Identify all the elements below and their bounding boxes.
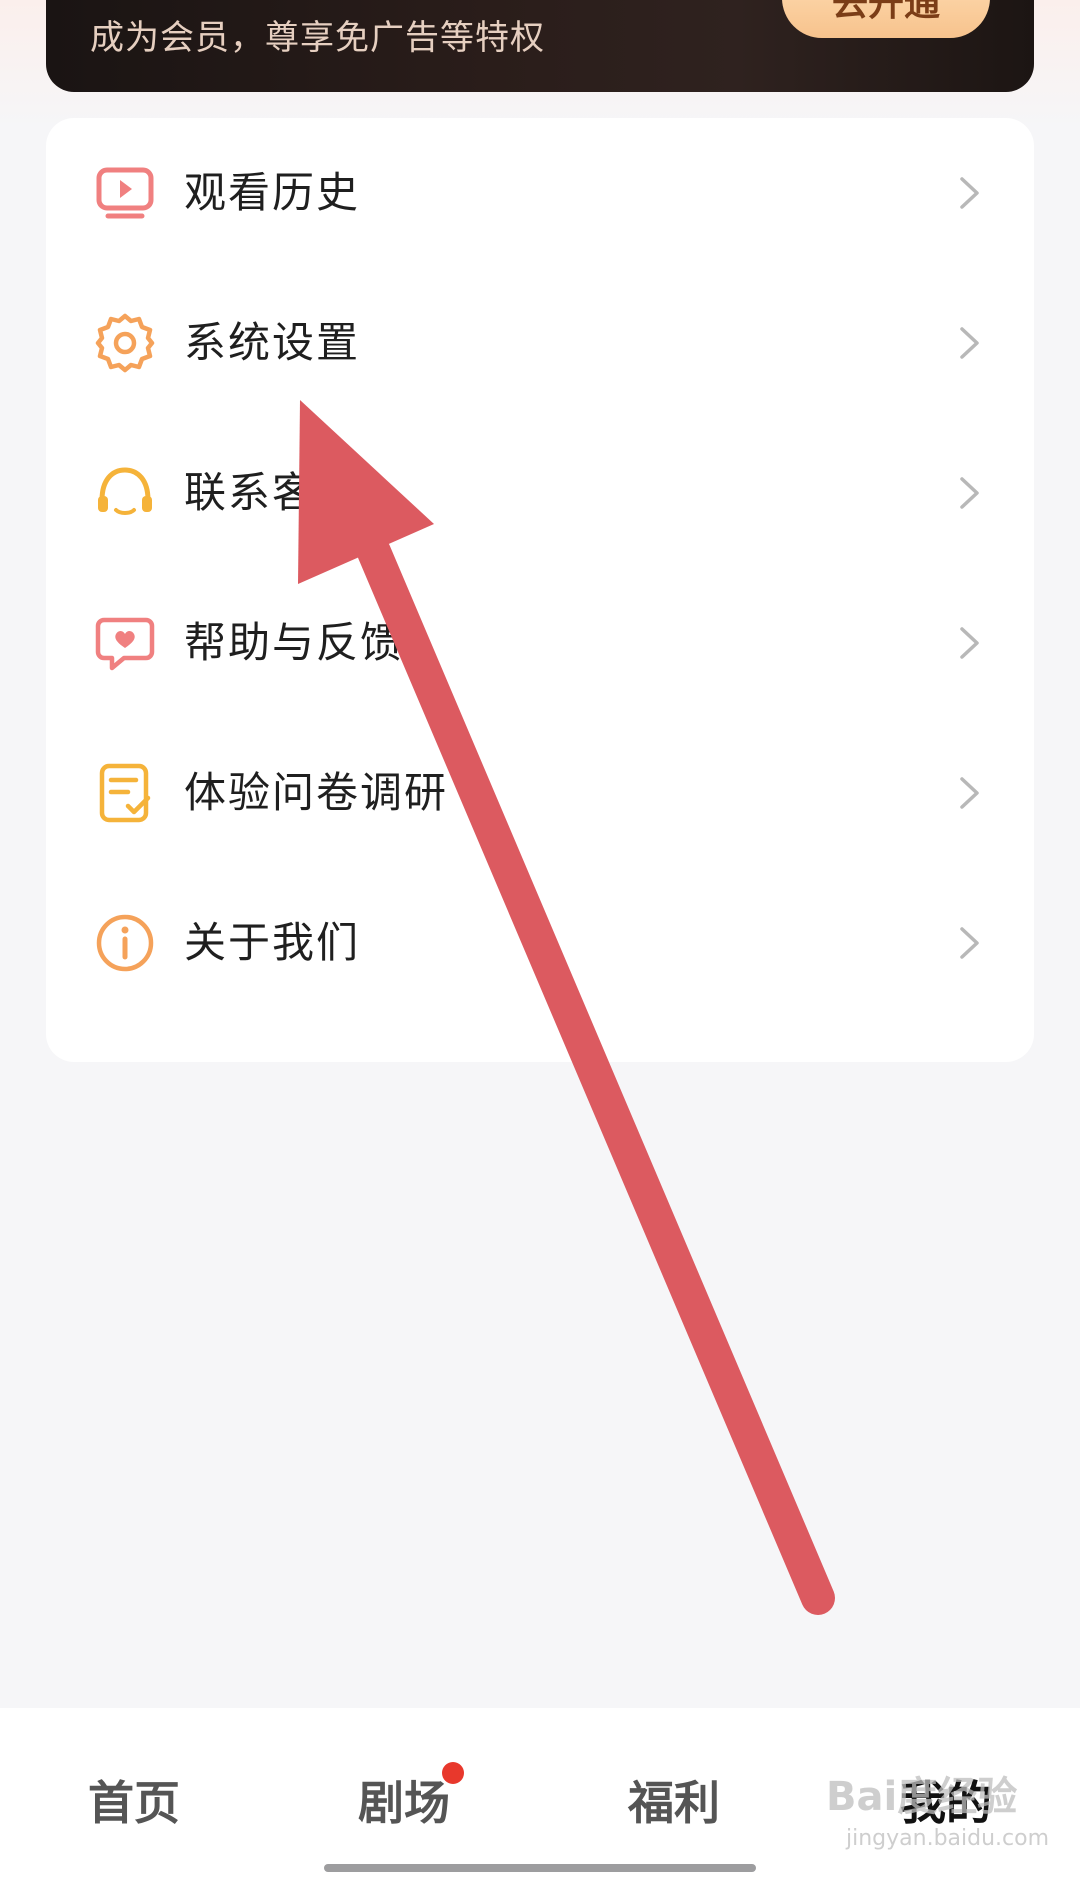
tv-history-icon [94,162,156,224]
vip-subtitle: 成为会员，尊享免广告等特权 [90,18,545,58]
menu-item-label: 系统设置 [184,318,361,367]
survey-icon [94,762,156,824]
watermark-logo: Bai度经验 [826,1774,1018,1820]
chevron-right-icon [960,627,979,659]
menu-item-label: 联系客服 [184,468,361,517]
chat-heart-icon [94,612,156,674]
tab-theater[interactable]: 剧场 [304,1768,504,1838]
menu-item-about-us[interactable]: 关于我们 [46,868,1034,1018]
vip-open-button[interactable]: 去开通 [782,0,990,38]
chevron-right-icon [960,777,979,809]
menu-item-survey[interactable]: 体验问卷调研 [46,718,1034,868]
menu-item-label: 帮助与反馈 [184,618,405,667]
tab-welfare[interactable]: 福利 [574,1768,774,1838]
info-icon [94,912,156,974]
gear-icon [94,312,156,374]
menu-item-watch-history[interactable]: 观看历史 [46,118,1034,268]
chevron-right-icon [960,927,979,959]
tab-theater-badge-dot [442,1762,464,1784]
menu-item-system-settings[interactable]: 系统设置 [46,268,1034,418]
menu-item-help-feedback[interactable]: 帮助与反馈 [46,568,1034,718]
menu-item-label: 体验问卷调研 [184,768,449,817]
menu-item-label: 观看历史 [184,168,361,217]
chevron-right-icon [960,477,979,509]
chevron-right-icon [960,327,979,359]
headset-icon [94,462,156,524]
menu-item-contact-support[interactable]: 联系客服 [46,418,1034,568]
home-indicator[interactable] [324,1864,756,1872]
watermark-url: jingyan.baidu.com [846,1826,1050,1851]
tab-home[interactable]: 首页 [34,1768,234,1838]
chevron-right-icon [960,177,979,209]
menu-card: 观看历史 系统设置 联系客服 帮助与反馈 体验问卷调研 关于我们 [46,118,1034,1062]
vip-banner[interactable]: 成为会员，尊享免广告等特权 去开通 [46,0,1034,92]
menu-item-label: 关于我们 [184,918,361,967]
